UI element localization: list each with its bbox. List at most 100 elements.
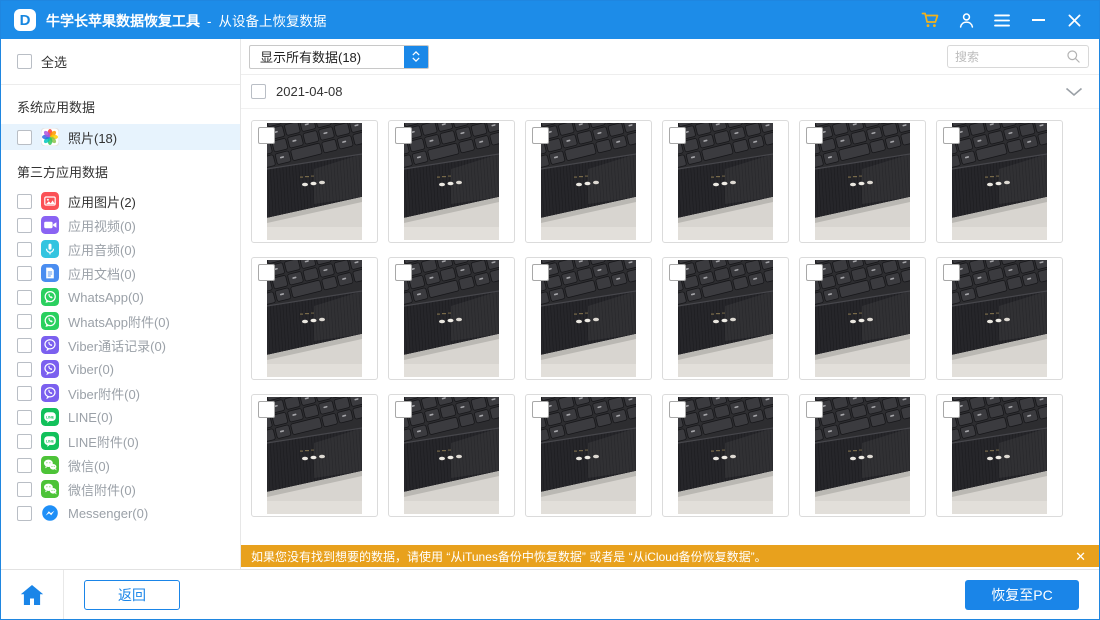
sidebar-item-checkbox[interactable]: [17, 458, 32, 473]
photo-checkbox[interactable]: [669, 127, 686, 144]
section-label-thirdparty: 第三方应用数据: [1, 150, 240, 189]
footer-divider: [63, 570, 64, 619]
filter-dropdown-value: 显示所有数据(18): [250, 47, 404, 66]
sidebar-item-checkbox[interactable]: [17, 434, 32, 449]
sidebar-item[interactable]: Messenger(0): [1, 501, 240, 525]
photo-thumbnail-card[interactable]: [799, 394, 926, 517]
photo-thumbnail-card[interactable]: [251, 257, 378, 380]
sidebar-item[interactable]: Viber附件(0): [1, 381, 240, 405]
menu-icon[interactable]: [988, 7, 1017, 33]
app-title: 牛学长苹果数据恢复工具: [46, 11, 200, 31]
photo-checkbox[interactable]: [806, 401, 823, 418]
photo-thumbnail-card[interactable]: [936, 394, 1063, 517]
keyboard-photo: [952, 397, 1047, 514]
collapse-group-control[interactable]: [1065, 87, 1083, 97]
keyboard-photo: [678, 397, 773, 514]
sidebar-item[interactable]: 微信(0): [1, 453, 240, 477]
line-icon: LINE: [41, 432, 59, 450]
photo-checkbox[interactable]: [395, 401, 412, 418]
cart-icon[interactable]: [916, 7, 945, 33]
photo-thumbnail-card[interactable]: [525, 394, 652, 517]
notice-close-icon[interactable]: ✕: [1072, 550, 1089, 563]
photo-checkbox[interactable]: [806, 127, 823, 144]
photo-thumbnail-card[interactable]: [388, 120, 515, 243]
photo-thumbnail-card[interactable]: [525, 120, 652, 243]
select-all-checkbox[interactable]: [17, 54, 32, 69]
sidebar-item[interactable]: WhatsApp(0): [1, 285, 240, 309]
photo-checkbox[interactable]: [532, 401, 549, 418]
sidebar-item-checkbox[interactable]: [17, 314, 32, 329]
view-subtitle: 从设备上恢复数据: [219, 10, 327, 30]
photo-checkbox[interactable]: [532, 264, 549, 281]
photo-thumbnail-card[interactable]: [662, 120, 789, 243]
search-input[interactable]: [955, 50, 1066, 64]
sidebar-item[interactable]: 应用文档(0): [1, 261, 240, 285]
filter-spinner[interactable]: [404, 45, 428, 69]
sidebar-item-checkbox[interactable]: [17, 266, 32, 281]
sidebar-item-checkbox[interactable]: [17, 482, 32, 497]
sidebar-item-label: LINE附件(0): [68, 432, 139, 451]
photo-checkbox[interactable]: [395, 264, 412, 281]
sidebar-item-label: 照片(18): [68, 128, 117, 147]
sidebar-item-checkbox[interactable]: [17, 194, 32, 209]
recover-to-pc-button[interactable]: 恢复至PC: [965, 580, 1079, 610]
photo-thumbnail-card[interactable]: [799, 257, 926, 380]
photo-checkbox[interactable]: [669, 264, 686, 281]
photo-thumbnail-card[interactable]: [251, 120, 378, 243]
window-title: 牛学长苹果数据恢复工具 - 从设备上恢复数据: [46, 10, 327, 31]
photo-thumbnail-card[interactable]: [799, 120, 926, 243]
photo-checkbox[interactable]: [532, 127, 549, 144]
photo-thumbnail-card[interactable]: [388, 257, 515, 380]
photo-thumbnail-card[interactable]: [936, 257, 1063, 380]
date-group-checkbox[interactable]: [251, 84, 266, 99]
close-icon[interactable]: [1060, 7, 1089, 33]
minimize-icon[interactable]: [1024, 7, 1053, 33]
photo-checkbox[interactable]: [943, 264, 960, 281]
photos-icon: [41, 128, 59, 146]
content-pane: 显示所有数据(18) 2021-04-08: [241, 39, 1099, 569]
photo-thumbnail-card[interactable]: [662, 394, 789, 517]
photo-checkbox[interactable]: [806, 264, 823, 281]
sidebar-item[interactable]: WhatsApp附件(0): [1, 309, 240, 333]
sidebar-item-checkbox[interactable]: [17, 130, 32, 145]
sidebar-item[interactable]: LINE LINE(0): [1, 405, 240, 429]
photo-thumbnail-card[interactable]: [662, 257, 789, 380]
viber-icon: [41, 360, 59, 378]
sidebar-item[interactable]: 应用视频(0): [1, 213, 240, 237]
sidebar-item[interactable]: 应用图片(2): [1, 189, 240, 213]
sidebar-item-checkbox[interactable]: [17, 218, 32, 233]
photo-checkbox[interactable]: [669, 401, 686, 418]
back-button[interactable]: 返回: [84, 580, 180, 610]
sidebar-item-checkbox[interactable]: [17, 338, 32, 353]
sidebar-item-checkbox[interactable]: [17, 290, 32, 305]
select-all-row[interactable]: 全选: [1, 46, 240, 77]
sidebar-item-checkbox[interactable]: [17, 242, 32, 257]
sidebar-item[interactable]: 照片(18): [1, 124, 240, 150]
photo-checkbox[interactable]: [395, 127, 412, 144]
filter-dropdown[interactable]: 显示所有数据(18): [249, 45, 429, 69]
sidebar-item-checkbox[interactable]: [17, 362, 32, 377]
sidebar-item-checkbox[interactable]: [17, 386, 32, 401]
photo-checkbox[interactable]: [943, 401, 960, 418]
user-icon[interactable]: [952, 7, 981, 33]
sidebar-item[interactable]: LINE LINE附件(0): [1, 429, 240, 453]
photo-thumbnail-card[interactable]: [388, 394, 515, 517]
photo-checkbox[interactable]: [943, 127, 960, 144]
photo-thumbnail-card[interactable]: [936, 120, 1063, 243]
sidebar-item-checkbox[interactable]: [17, 410, 32, 425]
sidebar-item[interactable]: Viber(0): [1, 357, 240, 381]
sidebar-item[interactable]: 微信附件(0): [1, 477, 240, 501]
photo-checkbox[interactable]: [258, 264, 275, 281]
photo-checkbox[interactable]: [258, 401, 275, 418]
sidebar-item-checkbox[interactable]: [17, 506, 32, 521]
photo-checkbox[interactable]: [258, 127, 275, 144]
keyboard-photo: [815, 260, 910, 377]
app-audio-icon: [41, 240, 59, 258]
sidebar-item[interactable]: Viber通话记录(0): [1, 333, 240, 357]
home-button[interactable]: [1, 570, 63, 619]
photo-grid: [241, 109, 1099, 545]
photo-thumbnail-card[interactable]: [525, 257, 652, 380]
sidebar-item[interactable]: 应用音频(0): [1, 237, 240, 261]
sidebar-item-label: 应用视频(0): [68, 216, 136, 235]
photo-thumbnail-card[interactable]: [251, 394, 378, 517]
